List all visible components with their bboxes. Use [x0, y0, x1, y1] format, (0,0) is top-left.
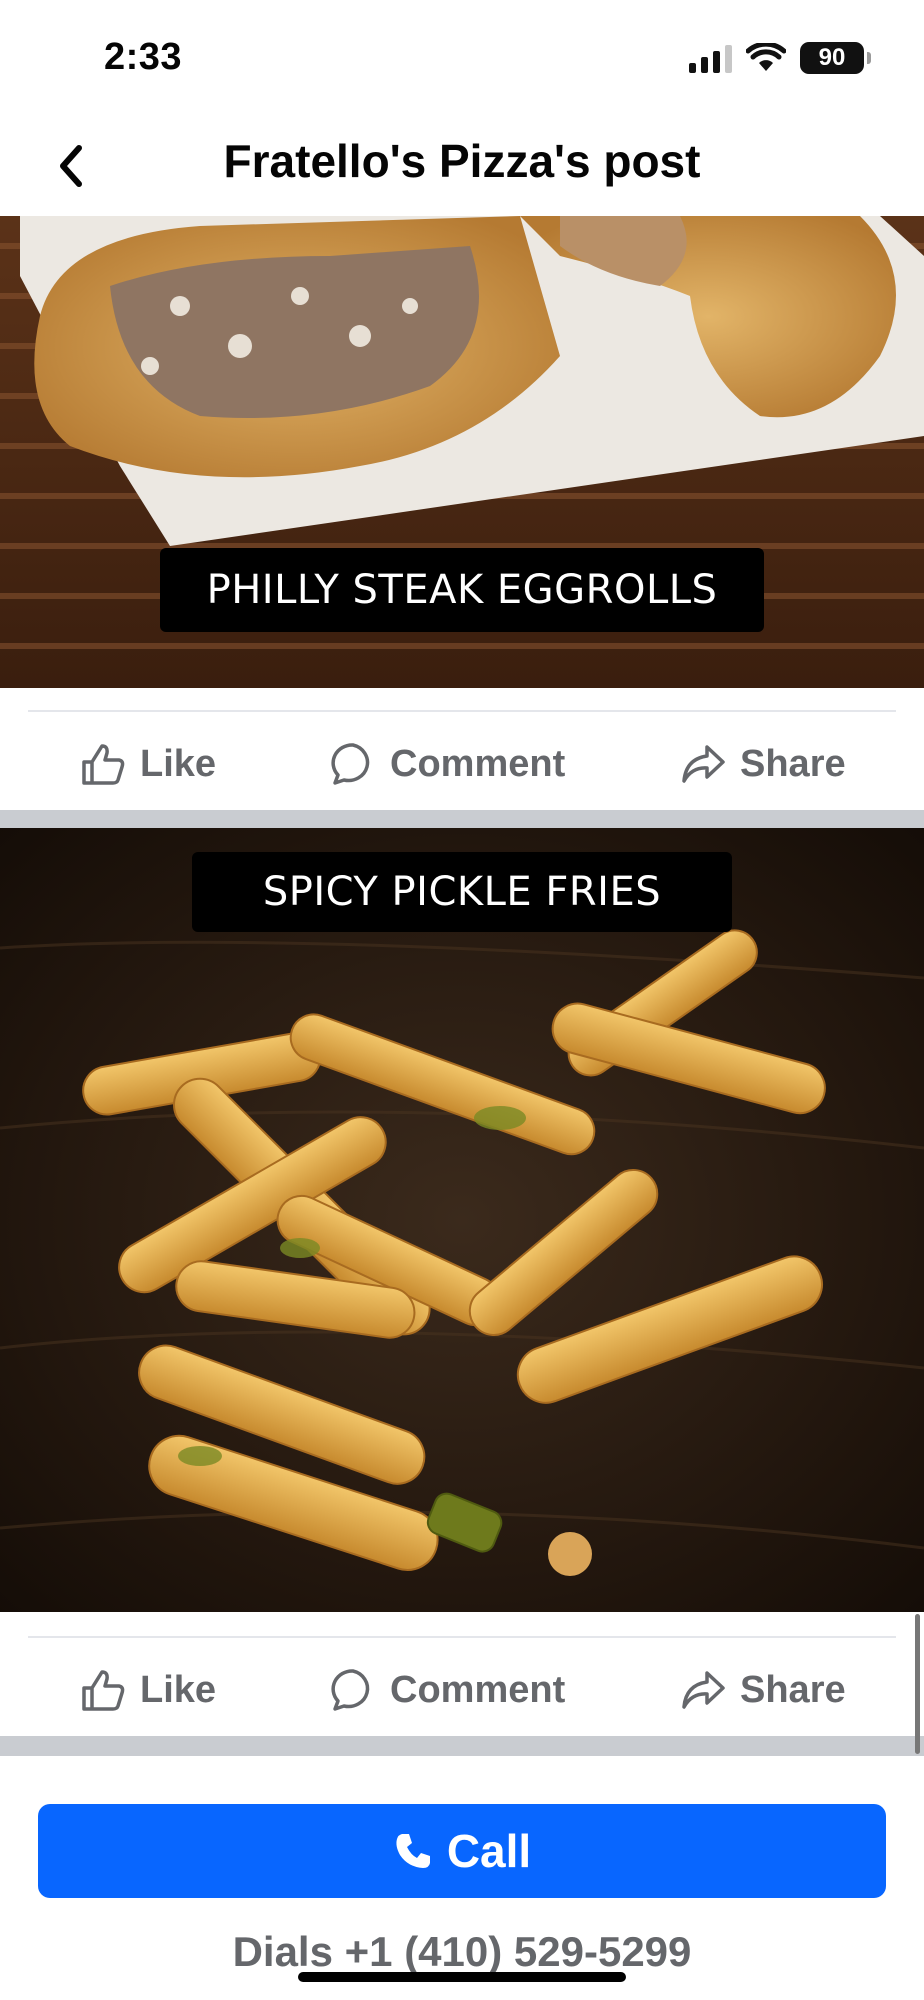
like-button[interactable]: Like [80, 1662, 216, 1718]
divider [28, 1636, 896, 1638]
post-actions-2: Like Comment Share [0, 1636, 924, 1736]
battery-icon: 90 [800, 42, 871, 74]
share-label: Share [740, 1668, 846, 1711]
like-label: Like [140, 1668, 217, 1711]
comment-button[interactable]: Comment [330, 1662, 565, 1718]
pickle-fries-photo [0, 828, 924, 1612]
share-button[interactable]: Share [680, 1662, 846, 1718]
call-to-action-area: Call Dials +1 (410) 529-5299 [0, 1756, 924, 2000]
post-actions-1: Like Comment Share [0, 710, 924, 810]
comment-bubble-icon [331, 1669, 370, 1711]
page-header: Fratello's Pizza's post [0, 118, 924, 216]
like-button[interactable]: Like [80, 736, 216, 792]
battery-level: 90 [818, 44, 846, 71]
feed-separator [0, 810, 924, 828]
like-label: Like [140, 742, 217, 785]
share-arrow-icon [682, 1671, 725, 1709]
share-button[interactable]: Share [680, 736, 846, 792]
status-icons: 90 [689, 42, 871, 74]
cellular-signal-icon [689, 43, 732, 73]
comment-bubble-icon [331, 743, 370, 785]
phone-icon [396, 1834, 430, 1868]
comment-button[interactable]: Comment [330, 736, 565, 792]
thumbs-up-icon [82, 744, 125, 785]
caption-eggrolls: PHILLY STEAK EGGROLLS [160, 548, 764, 632]
feed-separator [0, 1736, 924, 1756]
caption-pickle-fries: SPICY PICKLE FRIES [192, 852, 732, 932]
post-image-pickle-fries[interactable]: SPICY PICKLE FRIES [0, 828, 924, 1612]
status-time: 2:33 [104, 36, 183, 78]
wifi-icon [746, 43, 786, 71]
home-indicator[interactable] [298, 1972, 626, 1982]
comment-label: Comment [390, 1668, 566, 1711]
share-label: Share [740, 742, 846, 785]
page-title: Fratello's Pizza's post [223, 135, 701, 187]
share-arrow-icon [682, 745, 725, 783]
call-button[interactable]: Call [38, 1804, 886, 1898]
scrollbar-thumb[interactable] [915, 1614, 920, 1754]
status-bar: 2:33 90 [0, 0, 924, 118]
comment-label: Comment [390, 742, 566, 785]
dials-phone-number[interactable]: Dials +1 (410) 529-5299 [0, 1928, 924, 1976]
post-image-eggrolls[interactable]: PHILLY STEAK EGGROLLS [0, 216, 924, 688]
divider [28, 710, 896, 712]
thumbs-up-icon [82, 1670, 125, 1711]
call-label: Call [446, 1825, 532, 1877]
